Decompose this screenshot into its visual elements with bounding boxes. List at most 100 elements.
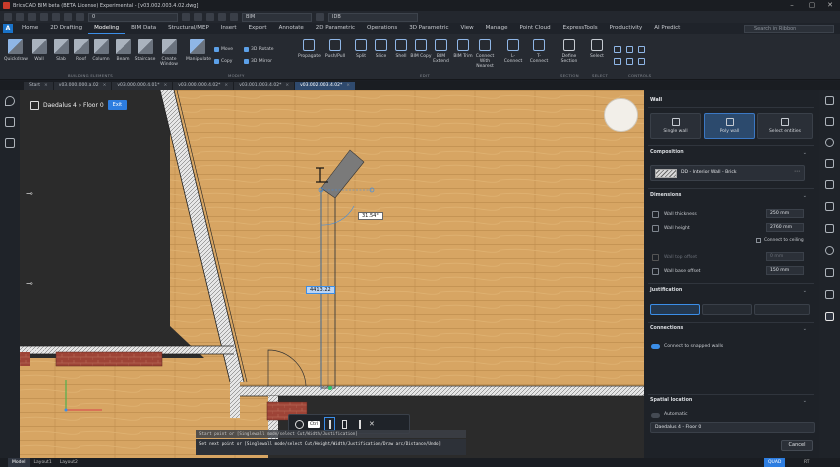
ribbon-move-button[interactable]: Move <box>214 47 233 52</box>
ribbon-tool-split[interactable]: Split <box>350 37 372 59</box>
open-icon[interactable] <box>16 13 24 21</box>
properties-icon[interactable] <box>825 96 834 105</box>
more-options-icon[interactable]: ⋯ <box>794 168 800 175</box>
new-icon[interactable] <box>4 13 12 21</box>
ribbon-3d-rotate-button[interactable]: 3D Rotate <box>244 47 274 52</box>
ribbon-tool-bim-extend[interactable]: BIM Extend <box>430 37 452 64</box>
wall-top-offset-field[interactable]: 0 mm <box>766 252 804 261</box>
document-tab[interactable]: Start × <box>24 82 53 90</box>
ribbon-tool-wall[interactable]: Wall <box>28 37 50 62</box>
undo-icon[interactable] <box>52 13 60 21</box>
control-icon[interactable] <box>626 46 633 53</box>
close-tab-icon[interactable]: × <box>103 82 107 90</box>
control-icon[interactable] <box>614 46 621 53</box>
ribbon-tool-create-window[interactable]: Create Window <box>158 37 180 67</box>
menu-tab-modeling[interactable]: Modeling <box>88 23 126 34</box>
close-hud-icon[interactable]: ✕ <box>369 420 375 428</box>
close-tab-icon[interactable]: × <box>224 82 228 90</box>
menu-tab-productivity[interactable]: Productivity <box>604 23 649 34</box>
angle-dimension[interactable]: 31.54° <box>358 212 383 220</box>
ribbon-tool-l-connect[interactable]: L-Connect <box>502 37 524 64</box>
chevron-down-icon[interactable]: ⌄ <box>803 193 807 199</box>
application-menu-button[interactable]: A <box>3 24 13 33</box>
redo-icon[interactable] <box>64 13 72 21</box>
document-tab[interactable]: v03.001.003.4.02* × <box>234 82 295 90</box>
menu-tab-annotate[interactable]: Annotate <box>273 23 310 34</box>
bim-dropdown[interactable]: BIM <box>242 12 312 22</box>
library-icon[interactable] <box>825 202 834 211</box>
home-icon[interactable] <box>5 117 15 127</box>
print-icon[interactable] <box>40 13 48 21</box>
floor-plan-drawing[interactable]: ⊸ ⊸ <box>20 90 644 458</box>
minimize-icon[interactable]: – <box>782 0 802 11</box>
color-icon[interactable] <box>194 13 202 21</box>
view-cube[interactable] <box>604 98 638 132</box>
tab-layout2[interactable]: Layout2 <box>56 458 82 467</box>
layers-icon[interactable] <box>5 138 15 148</box>
connect-walls-toggle[interactable] <box>651 344 660 349</box>
justify-left-button[interactable] <box>324 417 336 431</box>
ribbon-tool-connect-with-nearest[interactable]: Connect With Nearest <box>474 37 496 69</box>
justification-left-button[interactable] <box>650 304 700 315</box>
maximize-icon[interactable]: ▢ <box>802 0 822 11</box>
layer-dropdown[interactable]: 0 <box>88 12 178 22</box>
bulb-icon[interactable] <box>825 138 834 147</box>
layer-state-icon[interactable] <box>316 13 324 21</box>
exit-button[interactable]: Exit <box>107 100 128 110</box>
cancel-button[interactable]: Cancel <box>781 440 813 451</box>
menu-tab-expresstools[interactable]: ExpressTools <box>557 23 604 34</box>
ribbon-tool-shell[interactable]: Shell <box>390 37 412 59</box>
wall-thickness-field[interactable]: 250 mm <box>766 209 804 218</box>
menu-tab-export[interactable]: Export <box>243 23 273 34</box>
ribbon-tool-beam[interactable]: Beam <box>112 37 134 62</box>
tab-model[interactable]: Model <box>8 458 30 467</box>
control-icon[interactable] <box>638 58 645 65</box>
menu-tab-ai-predict[interactable]: AI Predict <box>648 23 686 34</box>
menu-tab-insert[interactable]: Insert <box>215 23 243 34</box>
select-entities-mode-button[interactable]: Select entities <box>757 113 813 139</box>
settings-icon[interactable] <box>295 419 304 429</box>
menu-tab-view[interactable]: View <box>455 23 480 34</box>
rt-toggle[interactable]: RT <box>800 458 814 467</box>
structure-icon[interactable] <box>825 159 834 168</box>
ribbon-tool-select[interactable]: Select <box>586 37 608 59</box>
menu-tab-2d-drafting[interactable]: 2D Drafting <box>44 23 88 34</box>
grid-icon[interactable] <box>825 180 834 189</box>
close-tab-icon[interactable]: × <box>346 82 350 90</box>
ribbon-tool-quickdraw[interactable]: Quickdraw <box>4 37 28 62</box>
ucs-icon[interactable] <box>218 13 226 21</box>
ribbon-tool-staircase[interactable]: Staircase <box>134 37 156 62</box>
single-wall-mode-button[interactable]: Single wall <box>650 113 701 139</box>
layers-panel-icon[interactable] <box>825 117 834 126</box>
home-icon[interactable] <box>30 100 39 110</box>
ribbon-tool-manipulate[interactable]: Manipulate <box>186 37 211 62</box>
justification-center-button[interactable] <box>702 304 752 315</box>
command-prompt-line[interactable]: Set next point or [Singlewall mode/selec… <box>196 439 466 455</box>
tab-layout1[interactable]: Layout1 <box>30 458 56 467</box>
menu-tab-manage[interactable]: Manage <box>480 23 514 34</box>
close-tab-icon[interactable]: × <box>163 82 167 90</box>
menu-tab-3d-parametric[interactable]: 3D Parametric <box>403 23 454 34</box>
chevron-down-icon[interactable]: ⌄ <box>803 398 807 404</box>
justification-right-button[interactable] <box>754 304 810 315</box>
save-icon[interactable] <box>28 13 36 21</box>
ribbon-tool-slice[interactable]: Slice <box>370 37 392 59</box>
drawing-viewport[interactable]: ⊸ ⊸ Daedalus 4 › Floor 0 Exit 31.54° 441… <box>20 90 644 458</box>
automatic-toggle[interactable] <box>651 413 660 418</box>
quad-toggle[interactable]: QUAD <box>764 458 786 467</box>
view-icon[interactable] <box>206 13 214 21</box>
justify-center-button[interactable] <box>339 417 350 431</box>
ribbon-tool-define-section[interactable]: Define Section <box>558 37 580 64</box>
linetype-dropdown[interactable]: IDB <box>328 12 418 22</box>
location-pin-icon[interactable] <box>5 96 15 106</box>
close-window-icon[interactable]: ✕ <box>820 0 840 11</box>
wall-height-field[interactable]: 2760 mm <box>766 223 804 232</box>
menu-tab-structural-mep[interactable]: Structural/MEP <box>162 23 215 34</box>
ribbon-tool-bim-copy[interactable]: BIM Copy <box>410 37 432 59</box>
menu-tab-2d-parametric[interactable]: 2D Parametric <box>310 23 361 34</box>
connect-ceiling-checkbox[interactable] <box>756 238 761 243</box>
render-icon[interactable] <box>825 246 834 255</box>
poly-wall-mode-button[interactable]: Poly wall <box>704 113 755 139</box>
layer-icon[interactable] <box>76 13 84 21</box>
ribbon-copy-button[interactable]: Copy <box>214 59 232 64</box>
